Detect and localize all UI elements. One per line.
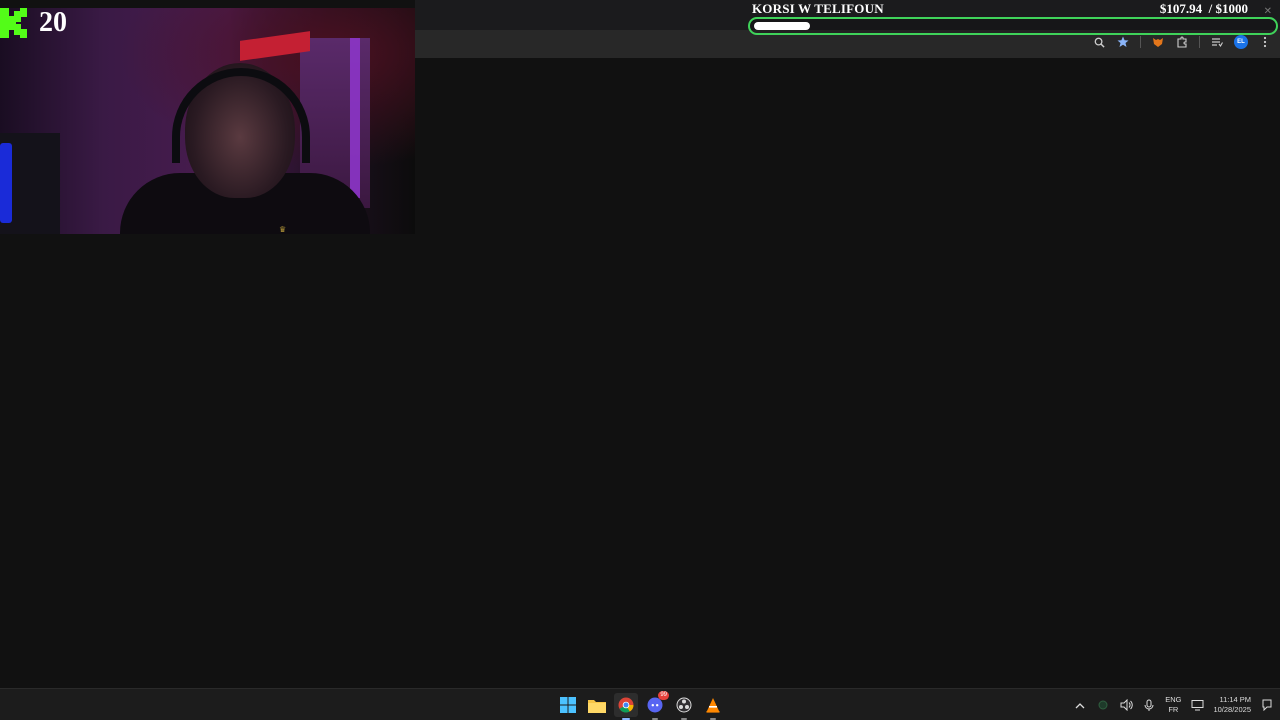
webcam-purple-light-strip (350, 38, 360, 198)
windows-start-icon[interactable] (556, 693, 580, 717)
microphone-icon[interactable] (1142, 698, 1156, 712)
kick-logo-icon (0, 8, 27, 38)
webcam-headset (172, 68, 310, 163)
clock-date: 10/28/2025 (1213, 705, 1251, 714)
display-icon[interactable] (1190, 698, 1204, 712)
webcam-feed: ♛ (0, 8, 415, 234)
kick-follower-badge: 20 (0, 7, 67, 38)
taskbar: 99 ENG FR 11:14 PM 10/28/2025 (0, 688, 1280, 720)
discord-icon[interactable]: 99 (643, 691, 669, 720)
language-secondary: FR (1168, 705, 1179, 714)
kick-follower-count: 20 (39, 7, 67, 38)
goal-title: KORSI W TELIFOUN (752, 1, 884, 16)
discord-notification-badge: 99 (658, 691, 669, 700)
donation-goal-widget: KORSI W TELIFOUN $107.94 / $1000 (748, 0, 1278, 38)
goal-amount: $107.94 / $1000 (1159, 1, 1248, 16)
crown-logo-icon: ♛ (279, 225, 287, 234)
file-explorer-icon[interactable] (585, 693, 609, 717)
taskbar-apps: 99 (556, 691, 725, 720)
clock-time: 11:14 PM (1219, 695, 1251, 704)
screen: ✕ EL KORSI W TELIFOUN $107.94 / $1000 ♛ … (0, 0, 1280, 720)
vlc-icon[interactable] (701, 693, 725, 720)
language-primary: ENG (1165, 695, 1182, 704)
goal-progress-track (748, 17, 1278, 35)
app-tray-icon[interactable] (1096, 698, 1110, 712)
notifications-icon[interactable] (1260, 698, 1274, 712)
obs-icon[interactable] (672, 693, 696, 720)
webcam-blue-light (0, 143, 12, 223)
chrome-icon[interactable] (614, 693, 638, 720)
language-switcher[interactable]: ENG FR (1165, 695, 1181, 715)
volume-icon[interactable] (1119, 698, 1133, 712)
goal-progress-fill (754, 22, 810, 30)
show-hidden-icons-chevron-icon[interactable] (1073, 698, 1087, 712)
profile-initials: EL (1237, 39, 1245, 45)
system-clock[interactable]: 11:14 PM 10/28/2025 (1213, 695, 1251, 715)
system-tray: ENG FR 11:14 PM 10/28/2025 (1073, 689, 1274, 720)
